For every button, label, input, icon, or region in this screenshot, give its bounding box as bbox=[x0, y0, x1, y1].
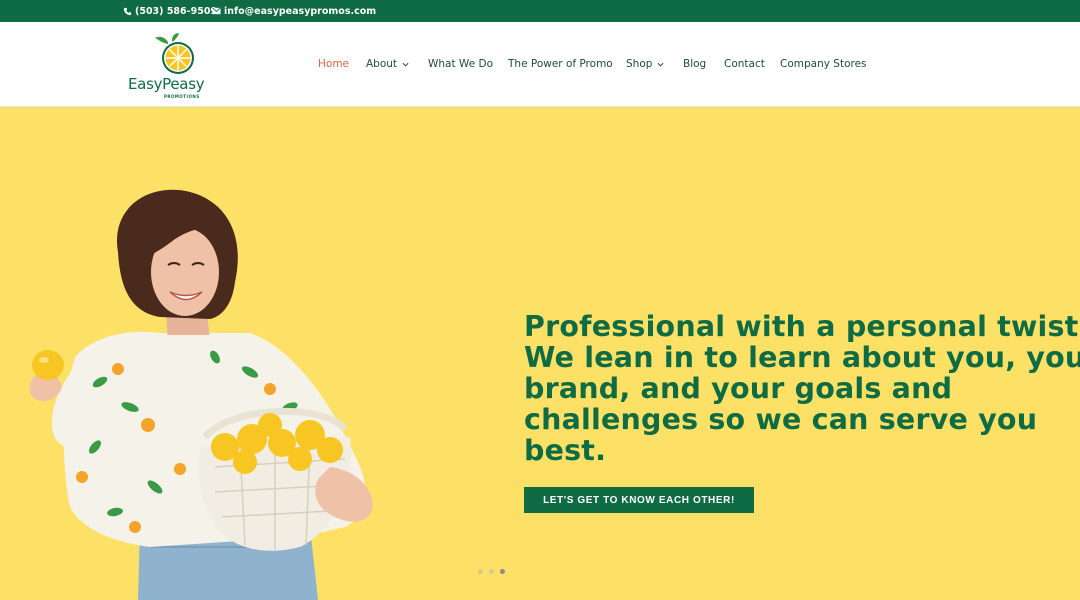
nav-item-home[interactable]: Home bbox=[318, 58, 349, 70]
envelope-icon bbox=[212, 7, 221, 15]
email-link[interactable]: info@easypeasypromos.com bbox=[212, 0, 376, 22]
nav-item-label: About bbox=[366, 58, 398, 70]
main-nav: Home About What We Do The Power of Promo… bbox=[0, 22, 1080, 107]
nav-item-label: Contact bbox=[724, 58, 765, 70]
get-to-know-button[interactable]: LET'S GET TO KNOW EACH OTHER! bbox=[524, 487, 754, 513]
phone-link[interactable]: (503) 586-9509 bbox=[123, 0, 217, 22]
headline-line: brand, and your goals and bbox=[524, 372, 953, 405]
headline-line: best. bbox=[524, 434, 607, 467]
chevron-down-icon bbox=[657, 62, 664, 67]
slide-dot-3[interactable] bbox=[500, 569, 505, 574]
chevron-down-icon bbox=[402, 62, 409, 67]
nav-item-shop[interactable]: Shop bbox=[626, 58, 664, 70]
site-header: EasyPeasy PROMOTIONS Home About What We … bbox=[0, 22, 1080, 107]
headline-line: challenges so we can serve you bbox=[524, 403, 1038, 436]
nav-item-label: What We Do bbox=[428, 58, 493, 70]
nav-item-blog[interactable]: Blog bbox=[683, 58, 706, 70]
slide-dot-1[interactable] bbox=[478, 569, 483, 574]
hero-slider: Professional with a personal twist. We l… bbox=[0, 107, 1080, 600]
phone-icon bbox=[123, 7, 132, 15]
nav-item-label: Blog bbox=[683, 58, 707, 70]
nav-item-power-of-promo[interactable]: The Power of Promo bbox=[508, 58, 613, 70]
nav-item-label: Company Stores bbox=[780, 58, 867, 70]
slide-dot-2[interactable] bbox=[489, 569, 494, 574]
slider-pagination bbox=[478, 569, 505, 574]
nav-item-label: The Power of Promo bbox=[508, 58, 613, 70]
nav-item-company-stores[interactable]: Company Stores bbox=[780, 58, 867, 70]
nav-item-contact[interactable]: Contact bbox=[724, 58, 765, 70]
headline-line: We lean in to learn about you, your bbox=[524, 341, 1080, 374]
nav-item-what-we-do[interactable]: What We Do bbox=[428, 58, 493, 70]
hero-woman-with-lemons-image bbox=[29, 189, 373, 600]
phone-number: (503) 586-9509 bbox=[135, 5, 218, 17]
top-bar: (503) 586-9509 info@easypeasypromos.com bbox=[0, 0, 1080, 22]
headline-line: Professional with a personal twist. bbox=[524, 310, 1080, 343]
nav-item-label: Shop bbox=[626, 58, 653, 70]
hero-headline: Professional with a personal twist. We l… bbox=[524, 310, 1080, 467]
nav-item-about[interactable]: About bbox=[366, 58, 409, 70]
nav-item-label: Home bbox=[318, 58, 350, 70]
email-address: info@easypeasypromos.com bbox=[224, 5, 377, 17]
